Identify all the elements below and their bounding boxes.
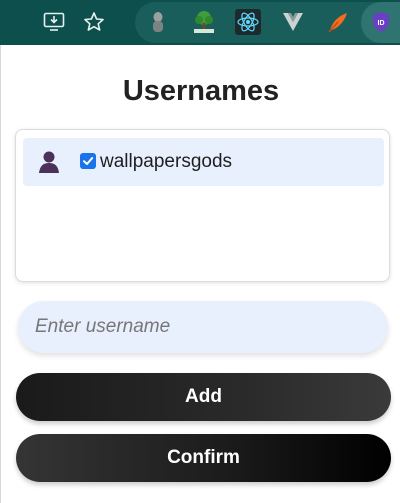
browser-toolbar: ID: [0, 0, 400, 45]
add-button[interactable]: Add: [16, 373, 391, 421]
vue-extension-icon[interactable]: [279, 8, 307, 36]
svg-text:ID: ID: [378, 20, 385, 27]
bookmark-star-icon[interactable]: [80, 8, 108, 36]
username-input[interactable]: [18, 301, 388, 353]
usernames-list: wallpapersgods: [15, 129, 390, 282]
feather-extension-icon[interactable]: [324, 8, 352, 36]
tree-extension-icon[interactable]: [190, 8, 218, 36]
username-label: wallpapersgods: [100, 151, 233, 172]
user-icon: [38, 150, 60, 174]
install-app-icon[interactable]: [40, 8, 68, 36]
extension-popup: Usernames wallpapersgods Add Confirm: [0, 45, 400, 503]
puppet-extension-icon[interactable]: [144, 8, 172, 36]
shield-extension-icon[interactable]: ID: [367, 8, 395, 36]
username-checkbox[interactable]: [80, 153, 96, 169]
confirm-button[interactable]: Confirm: [16, 434, 391, 482]
list-item[interactable]: wallpapersgods: [23, 138, 384, 186]
page-title: Usernames: [122, 75, 280, 107]
react-extension-icon[interactable]: [234, 8, 262, 36]
